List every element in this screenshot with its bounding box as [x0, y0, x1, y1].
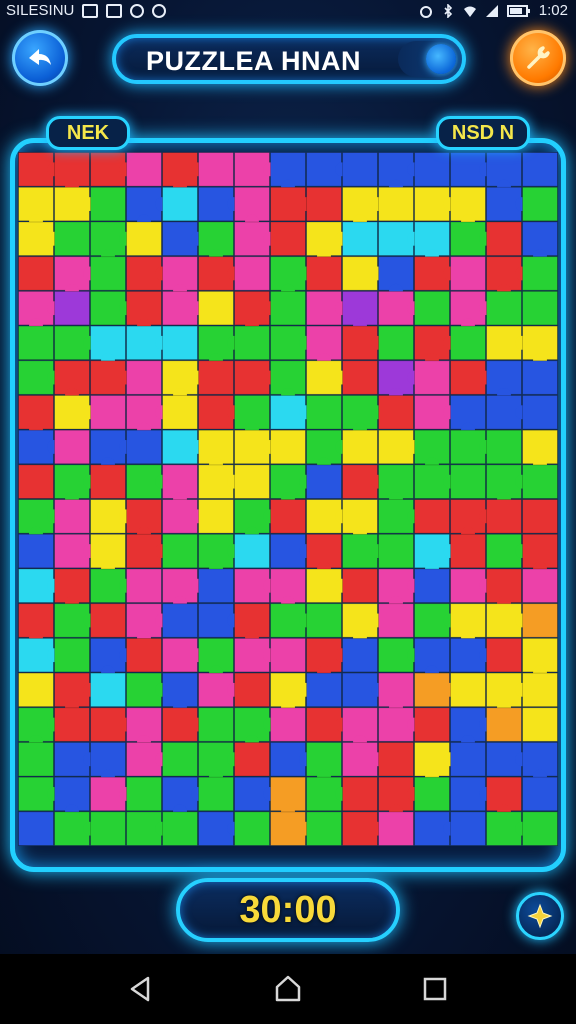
- wrench-icon: [527, 46, 550, 69]
- toggle-knob: [426, 44, 456, 74]
- notification-icon: [82, 3, 99, 18]
- nav-home-icon[interactable]: [271, 972, 305, 1006]
- status-left: SILESINU: [6, 2, 167, 19]
- image-icon: [106, 3, 123, 18]
- right-tag: NSD N: [436, 116, 530, 150]
- timer-value: 30:00: [239, 888, 337, 931]
- title-banner: PUZZLEA HNAN: [112, 34, 466, 84]
- carrier-label: SILESINU: [6, 2, 75, 19]
- timer-display: 30:00: [176, 878, 400, 942]
- left-tag-label: NEK: [66, 121, 110, 144]
- clock-time: 1:02: [538, 2, 568, 19]
- battery-icon: [506, 4, 530, 17]
- back-button[interactable]: [12, 30, 68, 86]
- title-toggle[interactable]: [398, 41, 458, 77]
- signal-icon: [485, 4, 498, 17]
- game-title: PUZZLEA HNAN: [146, 46, 361, 76]
- right-tag-label: NSD N: [451, 121, 515, 144]
- circle-icon: [130, 3, 145, 18]
- star-button[interactable]: [516, 892, 564, 940]
- settings-button[interactable]: [510, 30, 566, 86]
- back-arrow-icon: [29, 49, 51, 65]
- star-icon: [527, 903, 553, 929]
- logo-icon: [152, 3, 167, 18]
- nav-recent-icon[interactable]: [418, 972, 452, 1006]
- puzzle-board[interactable]: [18, 152, 558, 846]
- status-bar: SILESINU 1:02: [0, 0, 576, 22]
- wifi-icon: [463, 6, 476, 17]
- bluetooth-icon: [444, 3, 452, 18]
- left-tag: NEK: [46, 116, 130, 150]
- status-right: 1:02: [419, 2, 568, 19]
- navigation-bar: [0, 954, 576, 1024]
- alarm-icon: [419, 5, 432, 18]
- nav-back-icon[interactable]: [124, 972, 158, 1006]
- board-gloss: [18, 152, 558, 846]
